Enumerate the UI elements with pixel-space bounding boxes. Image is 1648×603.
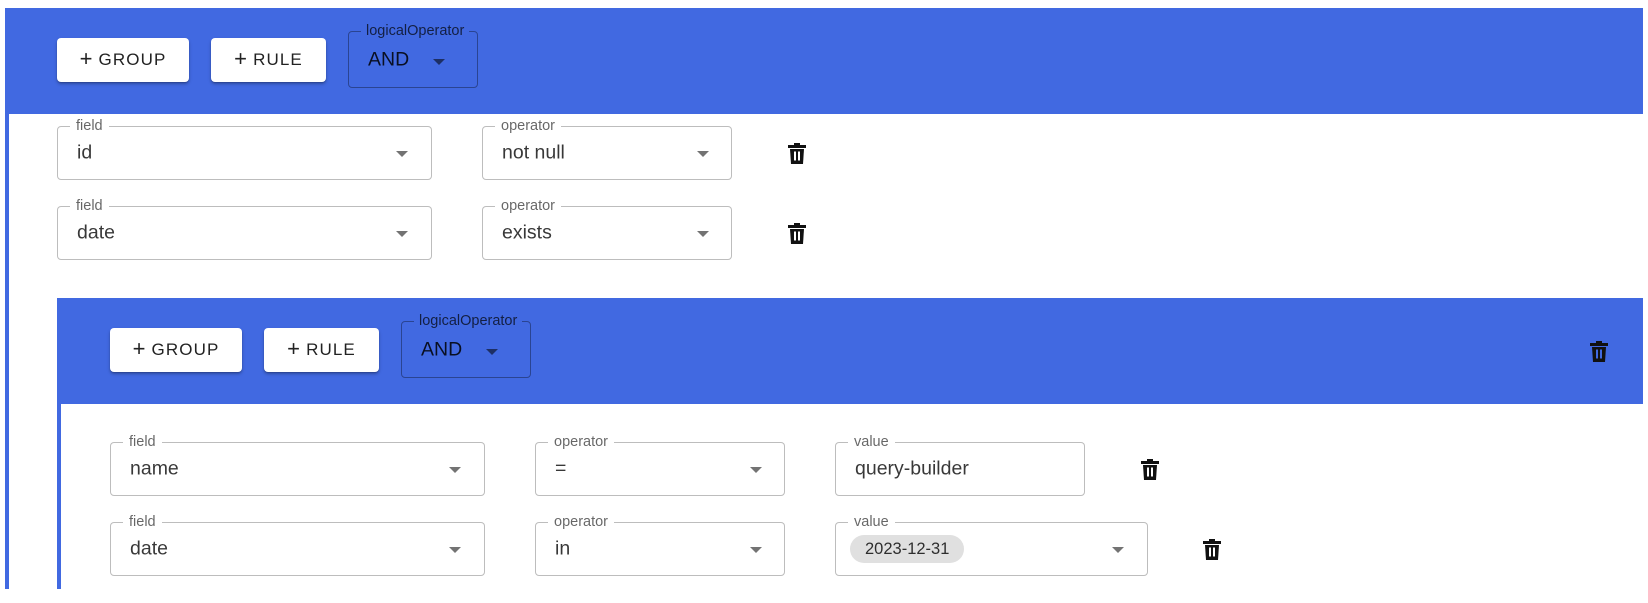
value-text: query-builder (855, 457, 969, 480)
rule-field-select[interactable]: field id (57, 117, 432, 180)
operator-value: in (555, 537, 571, 560)
rule-field-select[interactable]: field date (110, 513, 485, 576)
value-legend: value (848, 433, 895, 451)
field-value: id (77, 141, 93, 164)
rule-field-select[interactable]: field date (57, 197, 432, 260)
value-chip[interactable]: 2023-12-31 (850, 535, 965, 563)
operator-legend: operator (495, 117, 562, 135)
caret-down-icon (697, 151, 709, 157)
logical-operator-select[interactable]: logicalOperator AND (401, 312, 531, 378)
logical-operator-legend: logicalOperator (361, 22, 470, 40)
rule-operator-select[interactable]: operator exists (482, 197, 732, 260)
plus-icon: + (79, 46, 94, 71)
value-legend: value (848, 513, 895, 531)
root-group-rail (5, 114, 9, 589)
trash-icon[interactable] (788, 223, 806, 244)
trash-icon[interactable] (788, 143, 806, 164)
trash-icon[interactable] (1203, 539, 1221, 560)
rule-value-select[interactable]: value 2023-12-31 (835, 513, 1148, 576)
add-rule-label: RULE (253, 50, 303, 69)
add-rule-button[interactable]: + RULE (211, 38, 326, 82)
logical-operator-select[interactable]: logicalOperator AND (348, 22, 478, 88)
caret-down-icon (750, 467, 762, 473)
rule-operator-select[interactable]: operator = (535, 433, 785, 496)
rule-operator-select[interactable]: operator not null (482, 117, 732, 180)
add-rule-button[interactable]: + RULE (264, 328, 379, 372)
operator-value: = (555, 457, 567, 480)
plus-icon: + (132, 336, 147, 361)
add-rule-label: RULE (306, 340, 356, 359)
rule-operator-select[interactable]: operator in (535, 513, 785, 576)
operator-legend: operator (548, 433, 615, 451)
operator-legend: operator (495, 197, 562, 215)
field-legend: field (70, 197, 109, 215)
caret-down-icon (750, 547, 762, 553)
trash-icon[interactable] (1590, 341, 1608, 362)
caret-down-icon (697, 231, 709, 237)
trash-icon[interactable] (1141, 459, 1159, 480)
caret-down-icon (396, 151, 408, 157)
logical-operator-value: AND (421, 338, 463, 360)
operator-legend: operator (548, 513, 615, 531)
add-group-button[interactable]: + GROUP (110, 328, 242, 372)
operator-value: not null (502, 141, 565, 164)
field-legend: field (70, 117, 109, 135)
caret-down-icon (1112, 547, 1124, 553)
add-group-label: GROUP (98, 50, 167, 69)
rule-value-input[interactable]: value query-builder (835, 433, 1085, 496)
sub-group-rail (57, 404, 61, 589)
logical-operator-value: AND (368, 48, 410, 70)
field-legend: field (123, 513, 162, 531)
plus-icon: + (234, 46, 249, 71)
field-value: name (130, 457, 179, 480)
add-group-label: GROUP (151, 340, 220, 359)
caret-down-icon (486, 349, 498, 355)
field-legend: field (123, 433, 162, 451)
logical-operator-legend: logicalOperator (414, 312, 523, 330)
caret-down-icon (449, 467, 461, 473)
operator-value: exists (502, 221, 552, 244)
caret-down-icon (449, 547, 461, 553)
field-value: date (77, 221, 115, 244)
add-group-button[interactable]: + GROUP (57, 38, 189, 82)
caret-down-icon (433, 59, 445, 65)
plus-icon: + (287, 336, 302, 361)
caret-down-icon (396, 231, 408, 237)
field-value: date (130, 537, 168, 560)
rule-field-select[interactable]: field name (110, 433, 485, 496)
